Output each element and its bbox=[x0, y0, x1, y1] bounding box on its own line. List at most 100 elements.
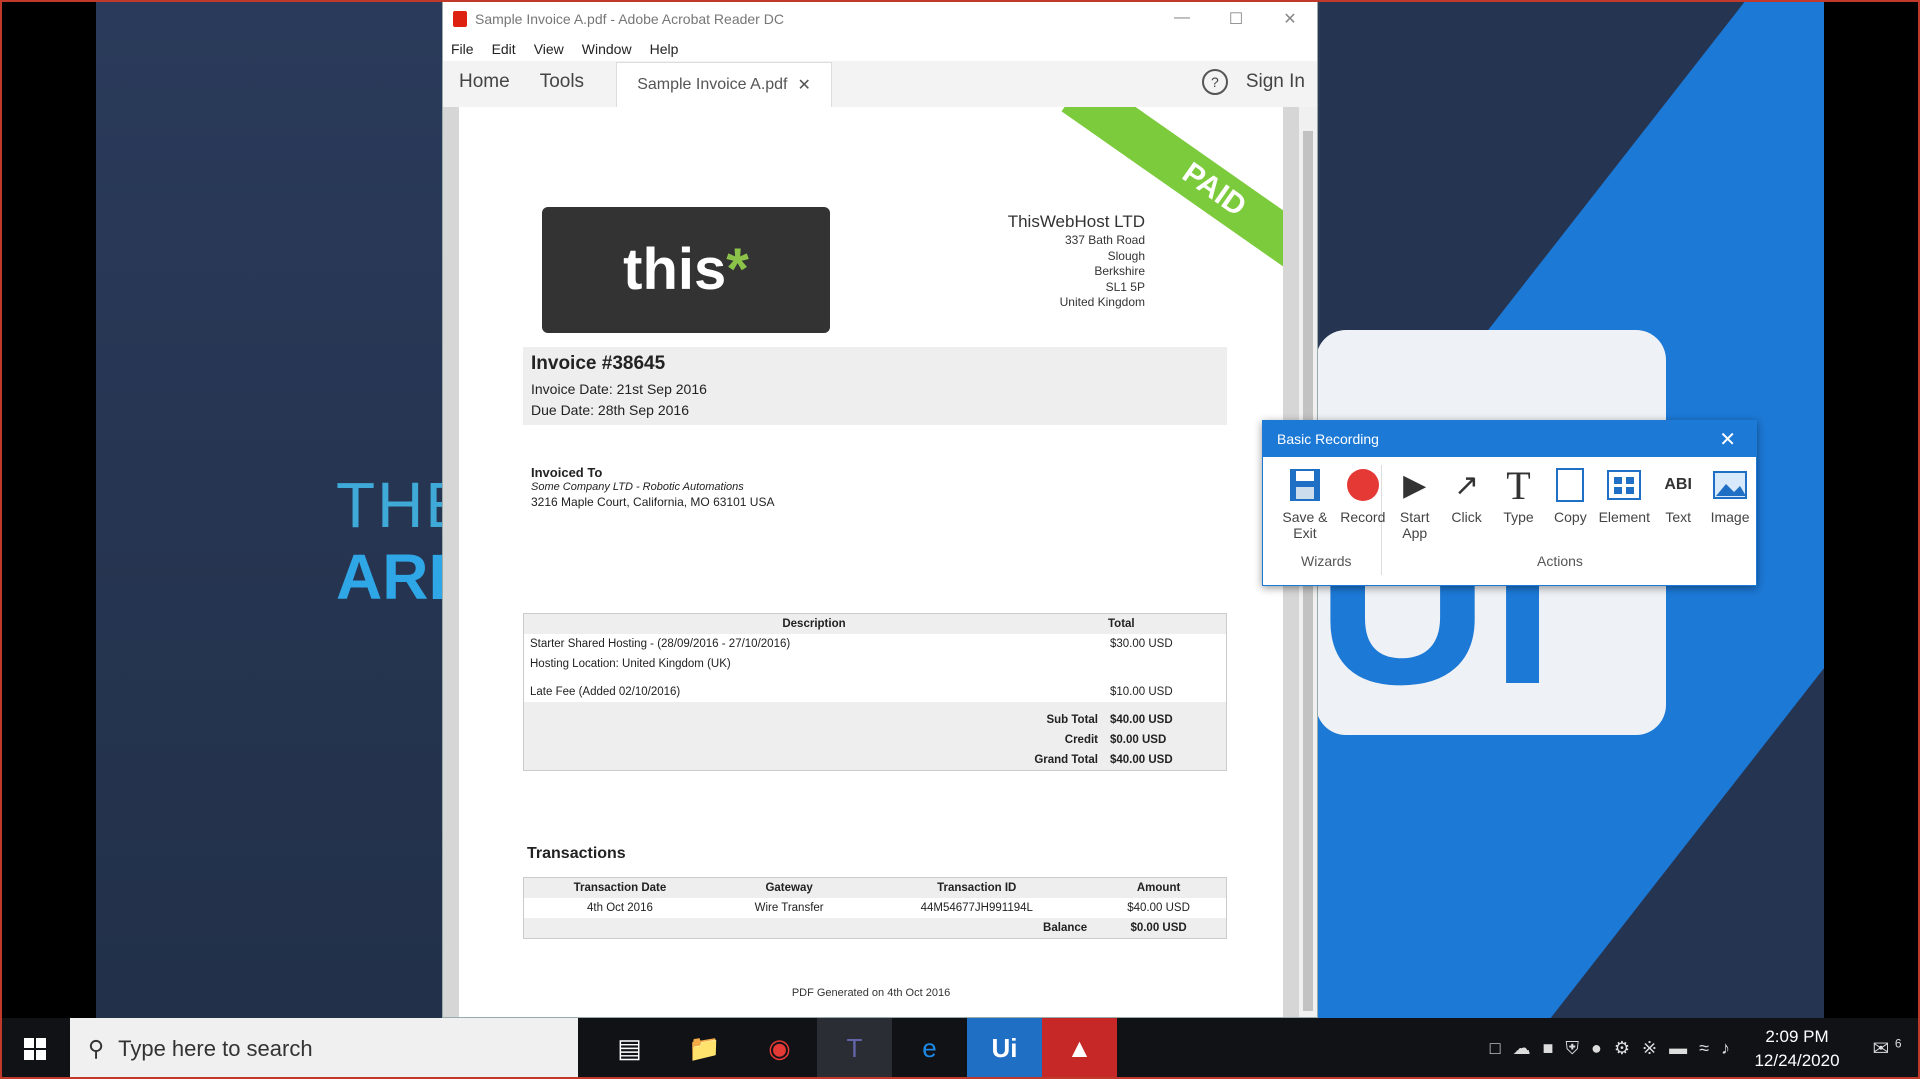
record-button[interactable]: Record bbox=[1337, 465, 1389, 541]
image-button[interactable]: Image bbox=[1704, 465, 1756, 541]
table-row: Hosting Location: United Kingdom (UK) bbox=[530, 658, 731, 670]
security-icon[interactable]: ⛨ bbox=[1566, 1038, 1580, 1059]
company-logo: this* bbox=[542, 207, 830, 333]
table-row: Late Fee (Added 02/10/2016) $10.00 USD bbox=[530, 686, 1173, 698]
file-explorer-icon[interactable]: 📁 bbox=[667, 1018, 742, 1079]
invoiced-to-address: 3216 Maple Court, California, MO 63101 U… bbox=[531, 495, 775, 509]
windows-icon bbox=[24, 1037, 46, 1060]
lock-icon[interactable]: ● bbox=[1591, 1038, 1602, 1059]
tab-document-label: Sample Invoice A.pdf bbox=[637, 76, 788, 93]
minimize-button[interactable]: — bbox=[1155, 9, 1209, 29]
system-tray: □ ☁ ■ ⛨ ● ⚙ ※ ▬ ≈ ♪ 2:09 PM 12/24/2020 ✉… bbox=[1490, 1025, 1920, 1073]
task-view-icon[interactable]: ▤ bbox=[592, 1018, 667, 1079]
teams-icon[interactable]: T bbox=[817, 1018, 892, 1079]
bluetooth-icon[interactable]: ※ bbox=[1642, 1038, 1657, 1059]
table-row: Starter Shared Hosting - (28/09/2016 - 2… bbox=[530, 638, 1173, 650]
menubar: File Edit View Window Help bbox=[443, 37, 1317, 61]
sign-in-button[interactable]: Sign In bbox=[1246, 71, 1305, 93]
type-icon: T bbox=[1506, 462, 1531, 508]
balance-row: Balance $0.00 USD bbox=[523, 918, 1227, 939]
notification-icon: ✉ bbox=[1872, 1038, 1890, 1060]
column-header: Total bbox=[1104, 613, 1227, 634]
close-tab-icon[interactable]: ✕ bbox=[798, 75, 811, 95]
close-button[interactable]: ✕ bbox=[1263, 9, 1317, 29]
summary-row: Credit $0.00 USD bbox=[523, 730, 1227, 750]
start-button[interactable] bbox=[0, 1037, 70, 1060]
column-header: Gateway bbox=[715, 877, 863, 898]
group-wizards: Wizards bbox=[1301, 553, 1352, 569]
image-icon bbox=[1711, 465, 1749, 505]
help-icon[interactable]: ? bbox=[1201, 69, 1228, 95]
search-icon: ⚲ bbox=[88, 1035, 105, 1061]
column-header: Transaction Date bbox=[523, 877, 716, 898]
copy-button[interactable]: Copy bbox=[1544, 465, 1596, 541]
window-title: Sample Invoice A.pdf - Adobe Acrobat Rea… bbox=[475, 11, 784, 27]
click-button[interactable]: ↗ Click bbox=[1441, 465, 1493, 541]
copy-icon bbox=[1551, 465, 1589, 505]
search-placeholder: Type here to search bbox=[118, 1035, 313, 1061]
uipath-icon[interactable]: Ui bbox=[967, 1018, 1042, 1079]
acrobat-icon bbox=[453, 11, 467, 27]
clock-date: 12/24/2020 bbox=[1754, 1050, 1840, 1070]
address-line: 337 Bath Road bbox=[1064, 233, 1145, 247]
teams-tray-icon[interactable]: ■ bbox=[1543, 1038, 1554, 1059]
address-line: Berkshire bbox=[1094, 264, 1145, 278]
menu-view[interactable]: View bbox=[534, 41, 564, 57]
chrome-icon[interactable]: ◉ bbox=[742, 1018, 817, 1079]
notification-center[interactable]: ✉ 6 bbox=[1864, 1036, 1910, 1061]
type-button[interactable]: T Type bbox=[1493, 462, 1545, 541]
save-exit-button[interactable]: Save & Exit bbox=[1273, 465, 1337, 541]
onedrive-icon[interactable]: ☁ bbox=[1513, 1038, 1531, 1059]
notification-count: 6 bbox=[1894, 1036, 1902, 1051]
menu-window[interactable]: Window bbox=[582, 41, 632, 57]
recording-header: Basic Recording ✕ bbox=[1263, 421, 1756, 457]
invoice-date: Invoice Date: 21st Sep 2016 bbox=[531, 381, 707, 397]
address-line: Slough bbox=[1107, 248, 1145, 263]
tab-home[interactable]: Home bbox=[443, 71, 524, 107]
recording-title: Basic Recording bbox=[1277, 431, 1379, 447]
table-row: 4th Oct 2016 Wire Transfer 44M54677JH99119… bbox=[587, 902, 1190, 914]
column-header: Amount bbox=[1091, 877, 1227, 898]
pdf-page: PAID this* ThisWebHost LTD 337 Bath Road… bbox=[459, 107, 1283, 1017]
click-icon: ↗ bbox=[1454, 468, 1480, 502]
maximize-button[interactable]: ☐ bbox=[1209, 9, 1263, 29]
edge-icon[interactable]: e bbox=[892, 1018, 967, 1079]
clock[interactable]: 2:09 PM 12/24/2020 bbox=[1742, 1025, 1852, 1073]
wifi-icon[interactable]: ≈ bbox=[1699, 1038, 1709, 1059]
start-app-button[interactable]: ▶ Start App bbox=[1389, 465, 1441, 542]
uipath-tray-icon[interactable]: □ bbox=[1490, 1038, 1501, 1059]
due-date: Due Date: 28th Sep 2016 bbox=[531, 402, 690, 418]
element-icon bbox=[1605, 465, 1643, 505]
invoice-header-box: Invoice #38645 Invoice Date: 21st Sep 20… bbox=[523, 347, 1227, 425]
document-area[interactable]: PAID this* ThisWebHost LTD 337 Bath Road… bbox=[443, 107, 1317, 1017]
battery-icon[interactable]: ▬ bbox=[1669, 1038, 1687, 1059]
menu-edit[interactable]: Edit bbox=[492, 41, 516, 57]
clock-time: 2:09 PM bbox=[1765, 1026, 1829, 1046]
company-name: ThisWebHost LTD bbox=[1007, 212, 1145, 231]
invoice-number: Invoice #38645 bbox=[531, 353, 666, 374]
invoiced-to: Invoiced To Some Company LTD - Robotic A… bbox=[531, 465, 774, 510]
menu-file[interactable]: File bbox=[451, 41, 474, 57]
acrobat-titlebar: Sample Invoice A.pdf - Adobe Acrobat Rea… bbox=[443, 1, 1317, 37]
save-icon bbox=[1286, 465, 1324, 505]
close-icon[interactable]: ✕ bbox=[1719, 427, 1736, 452]
taskbar-search[interactable]: ⚲ Type here to search bbox=[70, 1018, 578, 1079]
menu-help[interactable]: Help bbox=[650, 41, 679, 57]
transactions-title: Transactions bbox=[527, 845, 626, 862]
gear-icon[interactable]: ⚙ bbox=[1614, 1038, 1630, 1059]
items-table: Description Total Starter Shared Hosting… bbox=[523, 613, 1227, 771]
summary-row: Sub Total $40.00 USD bbox=[523, 702, 1227, 730]
transactions-table: Transaction Date Gateway Transaction ID … bbox=[523, 877, 1227, 939]
tab-document[interactable]: Sample Invoice A.pdf ✕ bbox=[616, 62, 833, 107]
acrobat-taskbar-icon[interactable]: ▲ bbox=[1042, 1018, 1117, 1079]
tab-tools[interactable]: Tools bbox=[524, 71, 598, 107]
start-app-icon: ▶ bbox=[1403, 468, 1427, 502]
company-address: ThisWebHost LTD 337 Bath Road Slough Ber… bbox=[1008, 211, 1145, 311]
text-button[interactable]: ABI Text bbox=[1652, 465, 1704, 541]
volume-icon[interactable]: ♪ bbox=[1721, 1038, 1730, 1059]
acrobat-tabbar: Home Tools Sample Invoice A.pdf ✕ ? Sign… bbox=[443, 61, 1317, 108]
element-button[interactable]: Element bbox=[1596, 465, 1652, 541]
summary-row: Grand Total $40.00 USD bbox=[523, 750, 1227, 771]
address-line: United Kingdom bbox=[1059, 295, 1145, 309]
address-line: SL1 5P bbox=[1105, 279, 1145, 294]
